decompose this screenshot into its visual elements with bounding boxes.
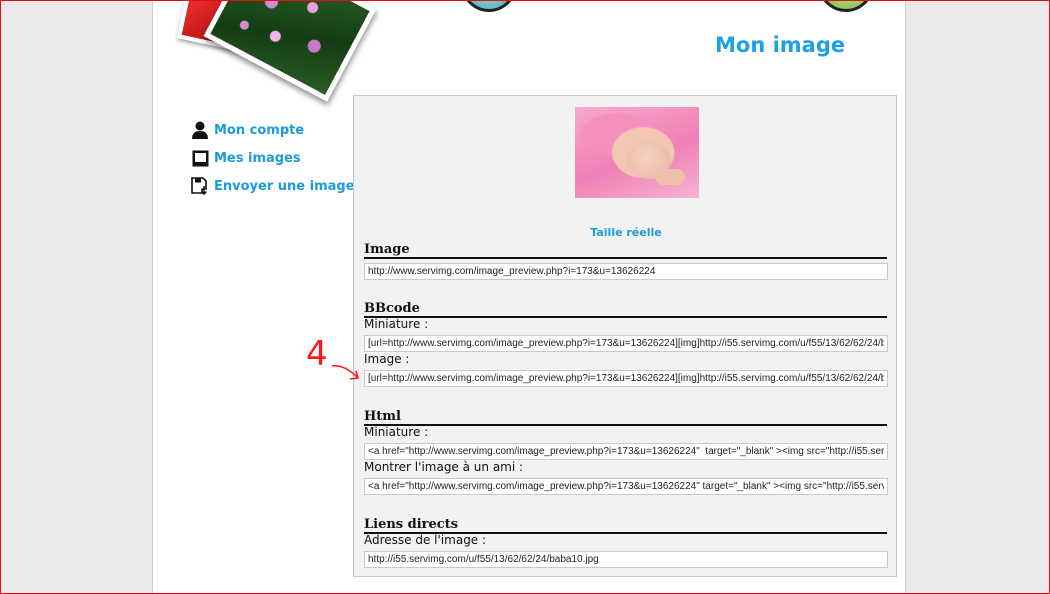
sidebar-item-envoyer-une-image[interactable]: Envoyer une image bbox=[191, 172, 355, 200]
direct-address-label: Adresse de l'image : bbox=[364, 533, 487, 547]
user-icon bbox=[191, 121, 209, 139]
sidebar-item-label[interactable]: Envoyer une image bbox=[214, 179, 355, 194]
image-details-panel: Taille réelle Image BBcode Miniature : I… bbox=[353, 95, 897, 577]
section-title-bbcode: BBcode bbox=[364, 301, 887, 318]
sidebar-item-mon-compte[interactable]: Mon compte bbox=[191, 116, 351, 144]
html-share-label: Montrer l'image à un ami : bbox=[364, 460, 524, 474]
image-url-field[interactable] bbox=[364, 263, 888, 280]
sidebar: Mon compte Mes images Envoyer une image bbox=[191, 116, 355, 200]
section-title-html: Html bbox=[364, 409, 887, 426]
bbcode-thumb-label: Miniature : bbox=[364, 317, 429, 331]
bbcode-image-field[interactable] bbox=[364, 370, 888, 387]
direct-address-field[interactable] bbox=[364, 551, 888, 568]
sidebar-item-label[interactable]: Mon compte bbox=[214, 123, 304, 138]
html-thumb-field[interactable] bbox=[364, 443, 888, 460]
html-thumb-label: Miniature : bbox=[364, 425, 429, 439]
real-size-link[interactable]: Taille réelle bbox=[354, 226, 898, 239]
bbcode-thumb-field[interactable] bbox=[364, 335, 888, 352]
page-background-left bbox=[1, 0, 152, 594]
section-title-liens-directs: Liens directs bbox=[364, 517, 887, 534]
section-title-image: Image bbox=[364, 242, 887, 259]
sidebar-item-mes-images[interactable]: Mes images bbox=[191, 144, 351, 172]
html-share-field[interactable] bbox=[364, 478, 888, 495]
flowers-photo-image bbox=[203, 0, 377, 102]
page-title: Mon image bbox=[715, 33, 846, 57]
image-thumbnail[interactable] bbox=[575, 107, 699, 198]
monitor-icon bbox=[191, 149, 209, 167]
header-photo-stack bbox=[170, 0, 390, 102]
annotation-arrow-icon bbox=[331, 364, 360, 380]
page-background-right bbox=[904, 0, 1049, 594]
upload-disk-icon bbox=[191, 177, 209, 195]
sidebar-item-label[interactable]: Mes images bbox=[214, 151, 301, 166]
annotation-number: 4 bbox=[306, 334, 328, 374]
thumbnail-baby-hand bbox=[655, 169, 685, 185]
bbcode-image-label: Image : bbox=[364, 352, 410, 366]
